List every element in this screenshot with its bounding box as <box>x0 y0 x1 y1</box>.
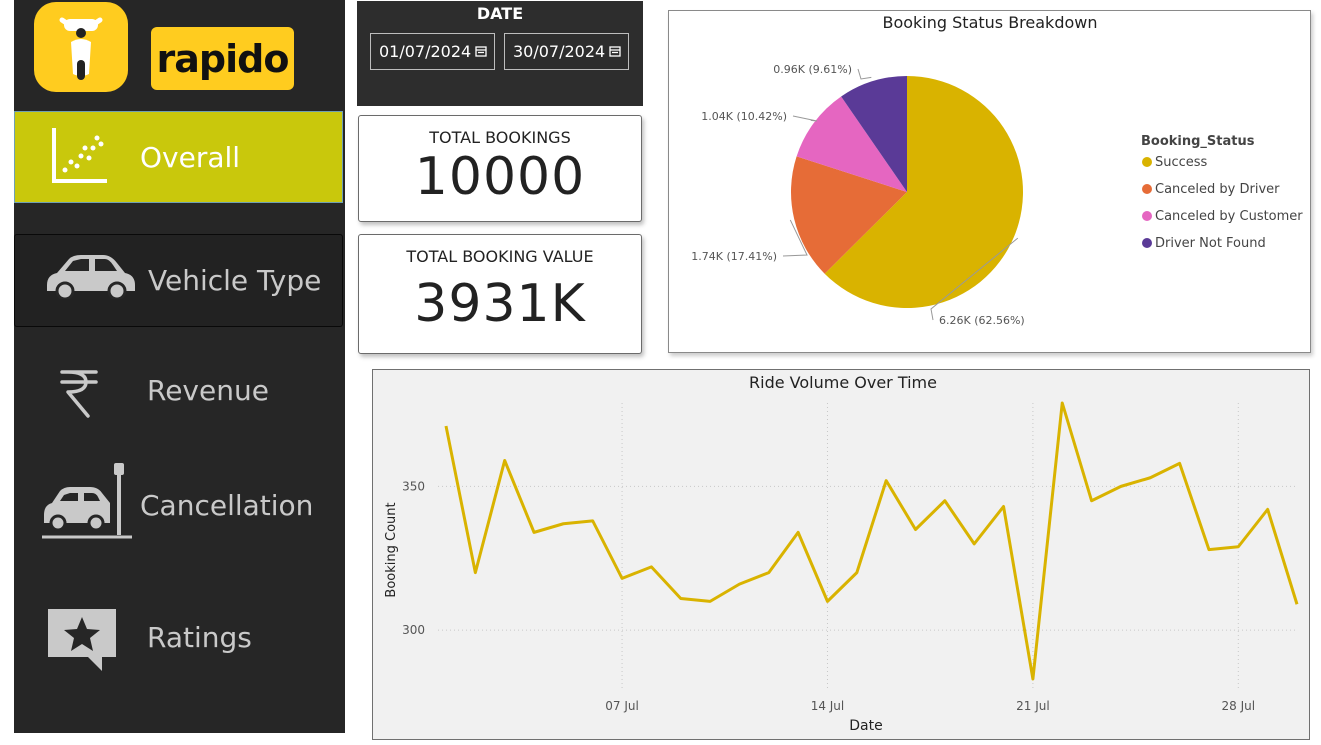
sidebar-item-vehicle-type[interactable]: Vehicle Type <box>14 234 343 327</box>
legend-title: Booking_Status <box>1141 134 1255 149</box>
sidebar-item-label: Overall <box>140 140 241 174</box>
ride-volume-line-chart[interactable]: Ride Volume Over Time 300 350 07 Jul 14 Jul 2… <box>373 370 1309 739</box>
pie-leader-line <box>857 68 872 80</box>
pie-data-label: 1.04K (10.42%) <box>701 110 787 123</box>
legend-item: Success <box>1155 155 1208 170</box>
booking-status-chart-card: Booking Status Breakdown 6.26K (62.56%) 1.… <box>668 10 1311 353</box>
total-bookings-card: TOTAL BOOKINGS 10000 <box>358 115 642 222</box>
sidebar-item-label: Revenue <box>147 373 269 407</box>
legend-marker <box>1142 184 1152 194</box>
kpi-label: TOTAL BOOKINGS <box>429 128 571 147</box>
legend-item: Driver Not Found <box>1155 236 1266 251</box>
y-axis-label: Booking Count <box>384 502 399 597</box>
rupee-icon <box>60 370 98 418</box>
kpi-label: TOTAL BOOKING VALUE <box>406 247 594 266</box>
x-tick-label: 21 Jul <box>1016 699 1050 713</box>
calendar-icon[interactable] <box>475 45 487 57</box>
date-filter-title: DATE <box>476 4 524 23</box>
ride-volume-chart-card: Ride Volume Over Time 300 350 07 Jul 14 Jul 2… <box>372 369 1310 740</box>
pie-data-label: 6.26K (62.56%) <box>939 314 1025 327</box>
x-tick-label: 14 Jul <box>811 699 845 713</box>
x-tick-label: 07 Jul <box>605 699 639 713</box>
start-date-input[interactable]: 01/07/2024 <box>370 33 495 70</box>
calendar-icon[interactable] <box>609 45 621 57</box>
rapido-wordmark: rapido <box>151 27 294 90</box>
end-date-value: 30/07/2024 <box>513 42 606 61</box>
car-icon <box>47 255 135 299</box>
chart-title: Ride Volume Over Time <box>749 373 937 392</box>
date-filter: DATE 01/07/2024 30/07/2024 <box>357 1 643 106</box>
sidebar-item-label: Cancellation <box>140 488 314 522</box>
x-tick-label: 28 Jul <box>1222 699 1256 713</box>
legend-marker <box>1142 238 1152 248</box>
series-line[interactable] <box>444 401 1299 681</box>
sidebar-item-revenue[interactable]: Revenue <box>14 350 343 430</box>
chart-title: Booking Status Breakdown <box>882 13 1097 32</box>
pie-data-label: 0.96K (9.61%) <box>773 63 852 76</box>
total-booking-value-card: TOTAL BOOKING VALUE 3931K <box>358 234 642 354</box>
y-tick-label: 350 <box>402 479 425 493</box>
sidebar-item-label: Vehicle Type <box>148 264 322 297</box>
star-comment-icon <box>48 609 116 671</box>
end-date-input[interactable]: 30/07/2024 <box>504 33 629 70</box>
sidebar-item-overall[interactable]: Overall <box>14 111 343 203</box>
start-date-value: 01/07/2024 <box>379 42 472 61</box>
sidebar-item-label: Ratings <box>147 621 252 654</box>
booking-status-pie-chart[interactable]: Booking Status Breakdown 6.26K (62.56%) 1.… <box>669 11 1310 352</box>
sidebar-item-ratings[interactable]: Ratings <box>14 595 343 680</box>
scatter-chart-icon <box>52 128 107 183</box>
rapido-scooter-logo <box>34 2 128 92</box>
scooter-icon <box>59 17 103 80</box>
y-tick-label: 300 <box>402 623 425 637</box>
kpi-value: 3931K <box>414 274 586 334</box>
car-crash-icon <box>42 463 132 539</box>
x-axis-label: Date <box>849 718 882 734</box>
pie-data-label: 1.74K (17.41%) <box>691 250 777 263</box>
legend-marker <box>1142 157 1152 167</box>
legend-item: Canceled by Customer <box>1155 209 1303 224</box>
legend-marker <box>1142 211 1152 221</box>
sidebar-item-cancellation[interactable]: Cancellation <box>14 455 343 555</box>
legend-item: Canceled by Driver <box>1155 182 1280 197</box>
kpi-value: 10000 <box>414 147 586 207</box>
pie-leader-line <box>792 115 818 122</box>
sidebar: rapido Overall Vehicle Type Revenue Canc… <box>14 0 345 733</box>
